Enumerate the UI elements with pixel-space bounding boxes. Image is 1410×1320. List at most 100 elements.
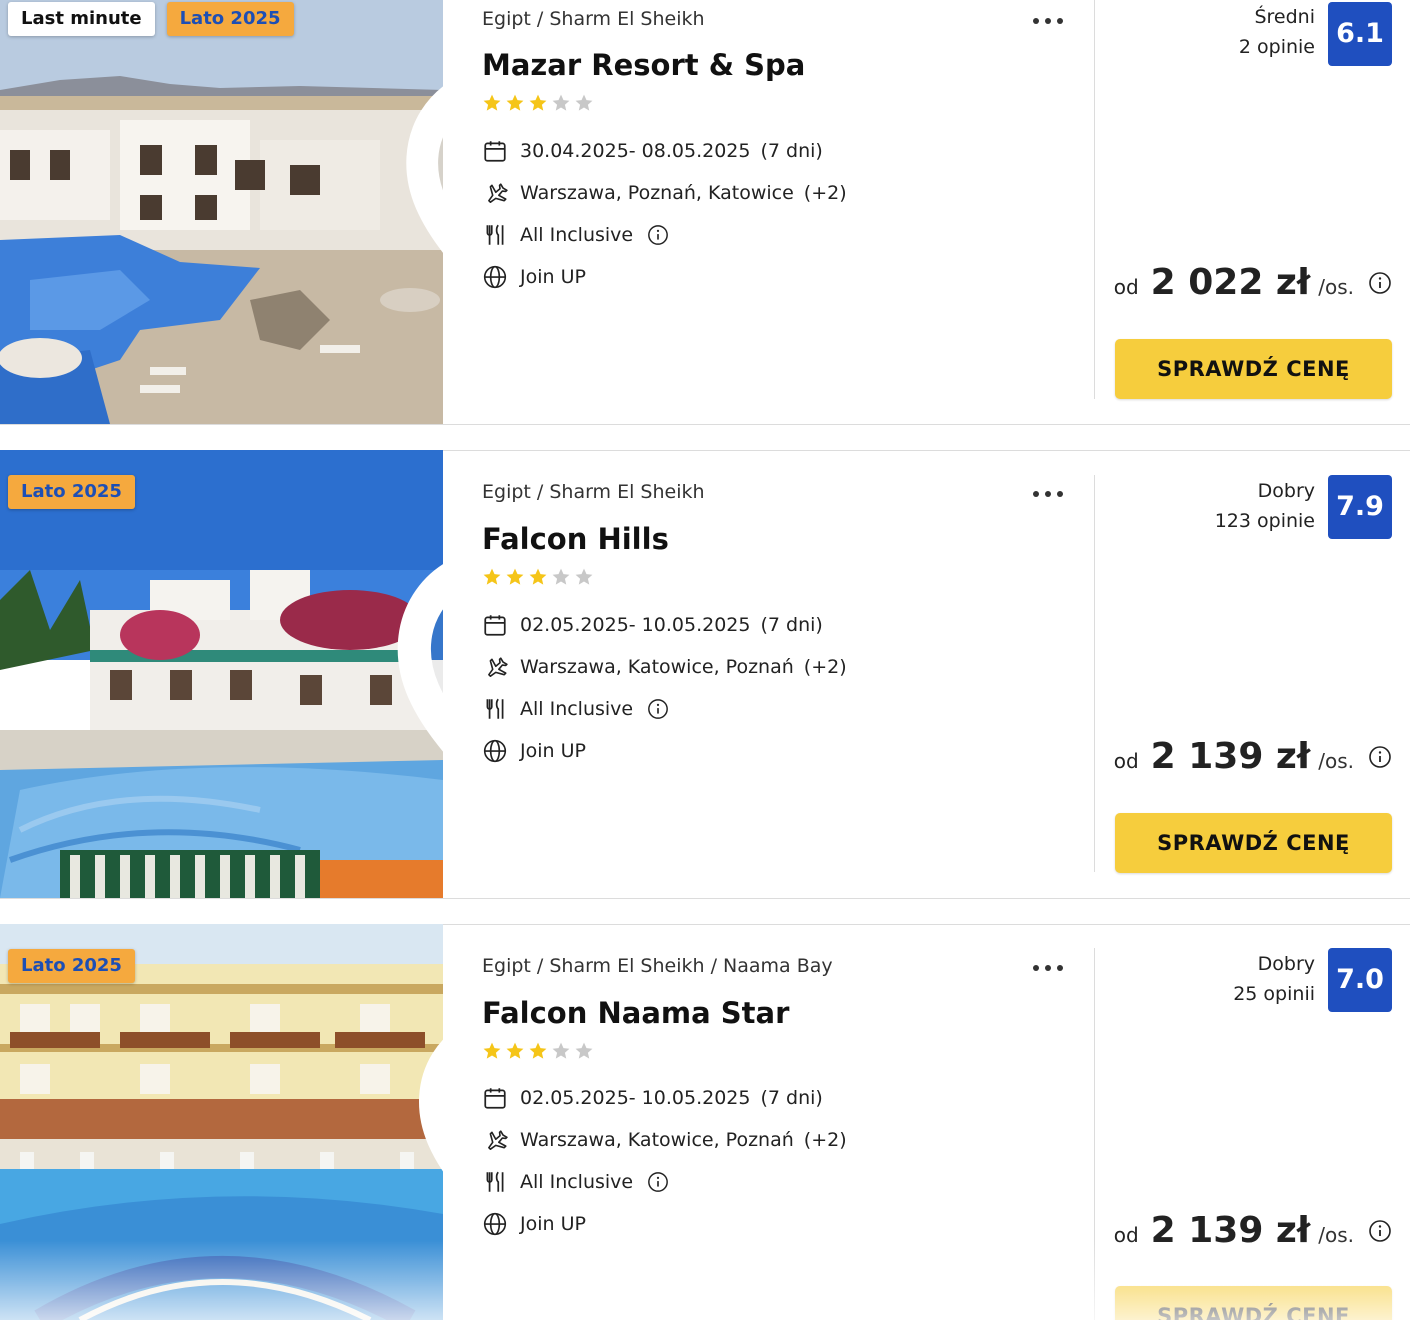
departures-more[interactable]: (+2)	[804, 1129, 847, 1151]
score-badge: 7.9	[1328, 475, 1392, 539]
star-icon	[552, 568, 570, 585]
reviews-count[interactable]: 123 opinie	[1215, 506, 1315, 536]
info-icon[interactable]	[647, 224, 669, 246]
cutlery-icon	[486, 698, 504, 719]
board-row: All Inclusive	[482, 696, 669, 722]
rating-label: Średni	[1254, 6, 1315, 28]
dates-row: 02.05.2025- 10.05.2025 (7 dni)	[482, 612, 823, 638]
more-dots-icon[interactable]	[1030, 957, 1066, 979]
hotel-name[interactable]: Falcon Naama Star	[482, 996, 789, 1030]
operator-text: Join UP	[520, 740, 586, 762]
price-prefix: od	[1113, 1223, 1139, 1247]
rating-summary: Średni 2 opinie	[1239, 2, 1315, 62]
breadcrumb[interactable]: Egipt / Sharm El Sheikh	[482, 8, 705, 30]
operator-text: Join UP	[520, 1213, 586, 1235]
departures-row: Warszawa, Poznań, Katowice (+2)	[482, 180, 847, 206]
hotel-photo[interactable]: Lato 2025	[0, 924, 443, 1320]
dates-text: 30.04.2025- 08.05.2025	[520, 140, 751, 162]
info-icon[interactable]	[1368, 1219, 1392, 1243]
badge-last-minute: Last minute	[8, 2, 155, 36]
badge-season: Lato 2025	[166, 2, 294, 36]
price-block: od 2 139 zł /os.	[1114, 736, 1392, 777]
info-icon[interactable]	[1368, 271, 1392, 295]
reviews-count[interactable]: 25 opinii	[1233, 979, 1315, 1009]
info-icon[interactable]	[1368, 745, 1392, 769]
board-text: All Inclusive	[520, 698, 634, 720]
duration-text: (7 dni)	[760, 614, 823, 636]
dates-row: 30.04.2025- 08.05.2025 (7 dni)	[482, 138, 823, 164]
star-icon	[575, 94, 593, 111]
offer-card: Lato 2025 Egipt / Sharm El Sheikh / Naam…	[0, 924, 1410, 1320]
board-text: All Inclusive	[520, 1171, 634, 1193]
hotel-stars	[482, 567, 594, 587]
board-row: All Inclusive	[482, 222, 669, 248]
star-icon	[552, 1042, 570, 1059]
offer-card: Lato 2025 Egipt / Sharm El Sheikh Falcon…	[0, 450, 1410, 898]
check-price-button[interactable]: SPRAWDŹ CENĘ	[1115, 339, 1392, 399]
card-separator	[0, 424, 1410, 425]
star-icon	[506, 568, 524, 585]
hotel-stars	[482, 1041, 594, 1061]
price-block: od 2 139 zł /os.	[1114, 1210, 1392, 1251]
star-icon	[506, 1042, 524, 1059]
hotel-name[interactable]: Mazar Resort & Spa	[482, 48, 805, 82]
star-icon	[529, 568, 547, 585]
more-dots-icon[interactable]	[1030, 483, 1066, 505]
departures-text: Warszawa, Poznań, Katowice	[520, 182, 794, 204]
globe-icon	[483, 1212, 507, 1236]
vertical-divider	[1094, 475, 1095, 872]
hotel-name[interactable]: Falcon Hills	[482, 522, 669, 556]
heart-icon[interactable]	[377, 0, 443, 418]
rating-label: Dobry	[1257, 953, 1315, 975]
operator-row: Join UP	[482, 264, 586, 290]
operator-row: Join UP	[482, 1211, 586, 1237]
calendar-icon	[484, 1088, 506, 1109]
check-price-button[interactable]: SPRAWDŹ CENĘ	[1115, 813, 1392, 873]
offer-list: Last minute Lato 2025 Egipt / Sharm El S…	[0, 0, 1410, 1320]
departures-more[interactable]: (+2)	[804, 182, 847, 204]
departures-row: Warszawa, Katowice, Poznań (+2)	[482, 654, 847, 680]
offer-card: Last minute Lato 2025 Egipt / Sharm El S…	[0, 0, 1410, 424]
heart-icon[interactable]	[377, 944, 443, 1320]
star-icon	[506, 94, 524, 111]
calendar-icon	[484, 141, 506, 162]
info-icon[interactable]	[647, 698, 669, 720]
badge-group: Lato 2025	[8, 475, 135, 509]
heart-icon[interactable]	[377, 470, 443, 898]
departures-more[interactable]: (+2)	[804, 656, 847, 678]
departures-text: Warszawa, Katowice, Poznań	[520, 1129, 794, 1151]
breadcrumb[interactable]: Egipt / Sharm El Sheikh / Naama Bay	[482, 955, 833, 977]
star-icon	[575, 568, 593, 585]
price-block: od 2 022 zł /os.	[1114, 262, 1392, 303]
price-prefix: od	[1113, 749, 1139, 773]
dates-text: 02.05.2025- 10.05.2025	[520, 1087, 751, 1109]
price-amount: 2 022 zł	[1150, 262, 1311, 303]
rating-label: Dobry	[1257, 480, 1315, 502]
globe-icon	[483, 265, 507, 289]
price-prefix: od	[1113, 275, 1139, 299]
check-price-button[interactable]: SPRAWDŹ CENĘ	[1115, 1286, 1392, 1320]
cutlery-icon	[486, 1171, 504, 1192]
star-icon	[529, 1042, 547, 1059]
badge-season: Lato 2025	[8, 949, 135, 983]
departures-row: Warszawa, Katowice, Poznań (+2)	[482, 1127, 847, 1153]
more-dots-icon[interactable]	[1030, 10, 1066, 32]
score-badge: 7.0	[1328, 948, 1392, 1012]
vertical-divider	[1094, 0, 1095, 399]
reviews-count[interactable]: 2 opinie	[1239, 32, 1315, 62]
hotel-stars	[482, 93, 594, 113]
star-icon	[575, 1042, 593, 1059]
plane-icon	[488, 183, 508, 204]
star-icon	[483, 94, 501, 111]
price-suffix: /os.	[1318, 1223, 1354, 1247]
hotel-photo[interactable]: Lato 2025	[0, 450, 443, 898]
hotel-photo[interactable]: Last minute Lato 2025	[0, 0, 443, 424]
operator-row: Join UP	[482, 738, 586, 764]
badge-group: Lato 2025	[8, 949, 135, 983]
dates-text: 02.05.2025- 10.05.2025	[520, 614, 751, 636]
card-separator	[0, 898, 1410, 899]
star-icon	[483, 1042, 501, 1059]
breadcrumb[interactable]: Egipt / Sharm El Sheikh	[482, 481, 705, 503]
info-icon[interactable]	[647, 1171, 669, 1193]
star-icon	[483, 568, 501, 585]
